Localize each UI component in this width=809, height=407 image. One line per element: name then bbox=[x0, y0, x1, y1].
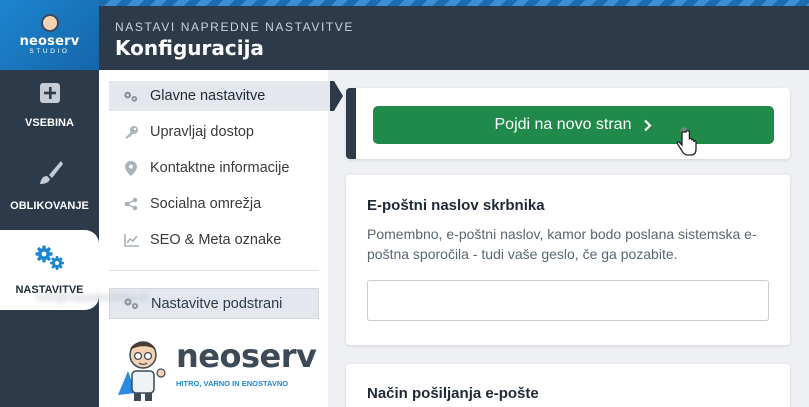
menu-item-socialna-omrezja[interactable]: Socialna omrežja bbox=[109, 189, 334, 219]
brand-logo: neoserv HITRO, VARNO IN ENOSTAVNO bbox=[114, 333, 319, 403]
menu-item-glavne-nastavitve[interactable]: Glavne nastavitve bbox=[109, 81, 343, 111]
menu-item-label: Socialna omrežja bbox=[150, 196, 262, 212]
map-pin-icon bbox=[123, 160, 139, 176]
rail-item-vsebina[interactable]: VSEBINA bbox=[0, 70, 99, 140]
page-header: NASTAVI NAPREDNE NASTAVITVE Konfiguracij… bbox=[99, 0, 809, 70]
app-logo[interactable]: neoserv STUDIO bbox=[0, 0, 99, 70]
menu-item-label: Glavne nastavitve bbox=[150, 88, 266, 104]
logo-sub: STUDIO bbox=[29, 48, 70, 55]
hand-cursor-icon bbox=[676, 127, 697, 156]
settings-menu: Glavne nastavitve Upravljaj dostop Konta… bbox=[99, 70, 343, 407]
admin-email-field[interactable] bbox=[367, 280, 769, 321]
go-button-label: Pojdi na novo stran bbox=[494, 116, 632, 133]
brand-tagline: HITRO, VARNO IN ENOSTAVNO bbox=[176, 379, 289, 388]
share-icon bbox=[123, 197, 139, 211]
go-to-new-page-button[interactable]: Pojdi na novo stran bbox=[373, 106, 774, 144]
gears-icon bbox=[123, 297, 140, 310]
admin-email-card: E-poštni naslov skrbnika Pomembno, e-poš… bbox=[346, 175, 790, 345]
gears-icon bbox=[34, 245, 66, 274]
menu-divider bbox=[109, 270, 319, 271]
menu-item-label: SEO & Meta oznake bbox=[150, 232, 282, 248]
logo-word: neoserv bbox=[19, 34, 80, 49]
page-subtitle: NASTAVI NAPREDNE NASTAVITVE bbox=[115, 20, 355, 34]
menu-item-label: Upravljaj dostop bbox=[150, 124, 254, 140]
page-title: Konfiguracija bbox=[115, 36, 264, 60]
menu-item-upravljaj-dostop[interactable]: Upravljaj dostop bbox=[109, 117, 334, 147]
email-sending-card: Način pošiljanja e-pošte bbox=[346, 364, 790, 407]
left-rail: neoserv STUDIO VSEBINA OBLIKOVANJE NASTA… bbox=[0, 0, 99, 407]
mascot-icon bbox=[40, 14, 59, 32]
sub-settings-label: Nastavitve podstrani bbox=[151, 295, 283, 312]
new-page-card: Pojdi na novo stran bbox=[346, 88, 790, 159]
line-chart-icon bbox=[123, 233, 139, 247]
key-icon bbox=[123, 125, 139, 140]
sub-settings-button[interactable]: Nastavitve podstrani bbox=[109, 288, 319, 319]
rail-item-nastavitve[interactable]: NASTAVITVE bbox=[0, 230, 99, 310]
active-arrow bbox=[334, 81, 343, 111]
chevron-right-icon bbox=[643, 119, 653, 132]
rail-label: OBLIKOVANJE bbox=[10, 199, 89, 212]
rail-label: VSEBINA bbox=[25, 116, 74, 129]
gears-icon bbox=[123, 90, 139, 103]
admin-email-description: Pomembno, e-poštni naslov, kamor bodo po… bbox=[367, 226, 757, 262]
rail-label: NASTAVITVE bbox=[15, 283, 84, 296]
menu-item-seo-meta[interactable]: SEO & Meta oznake bbox=[109, 225, 334, 255]
header-stripe bbox=[99, 0, 809, 6]
admin-email-title: E-poštni naslov skrbnika bbox=[367, 197, 545, 214]
rail-item-oblikovanje[interactable]: OBLIKOVANJE bbox=[0, 150, 99, 220]
paint-brush-icon bbox=[36, 159, 64, 190]
email-sending-title: Način pošiljanja e-pošte bbox=[367, 385, 539, 402]
menu-item-label: Kontaktne informacije bbox=[150, 160, 290, 176]
menu-item-kontaktne-informacije[interactable]: Kontaktne informacije bbox=[109, 153, 334, 183]
plus-square-icon bbox=[39, 82, 61, 107]
mascot-icon bbox=[118, 341, 166, 401]
brand-word: neoserv bbox=[176, 337, 317, 375]
